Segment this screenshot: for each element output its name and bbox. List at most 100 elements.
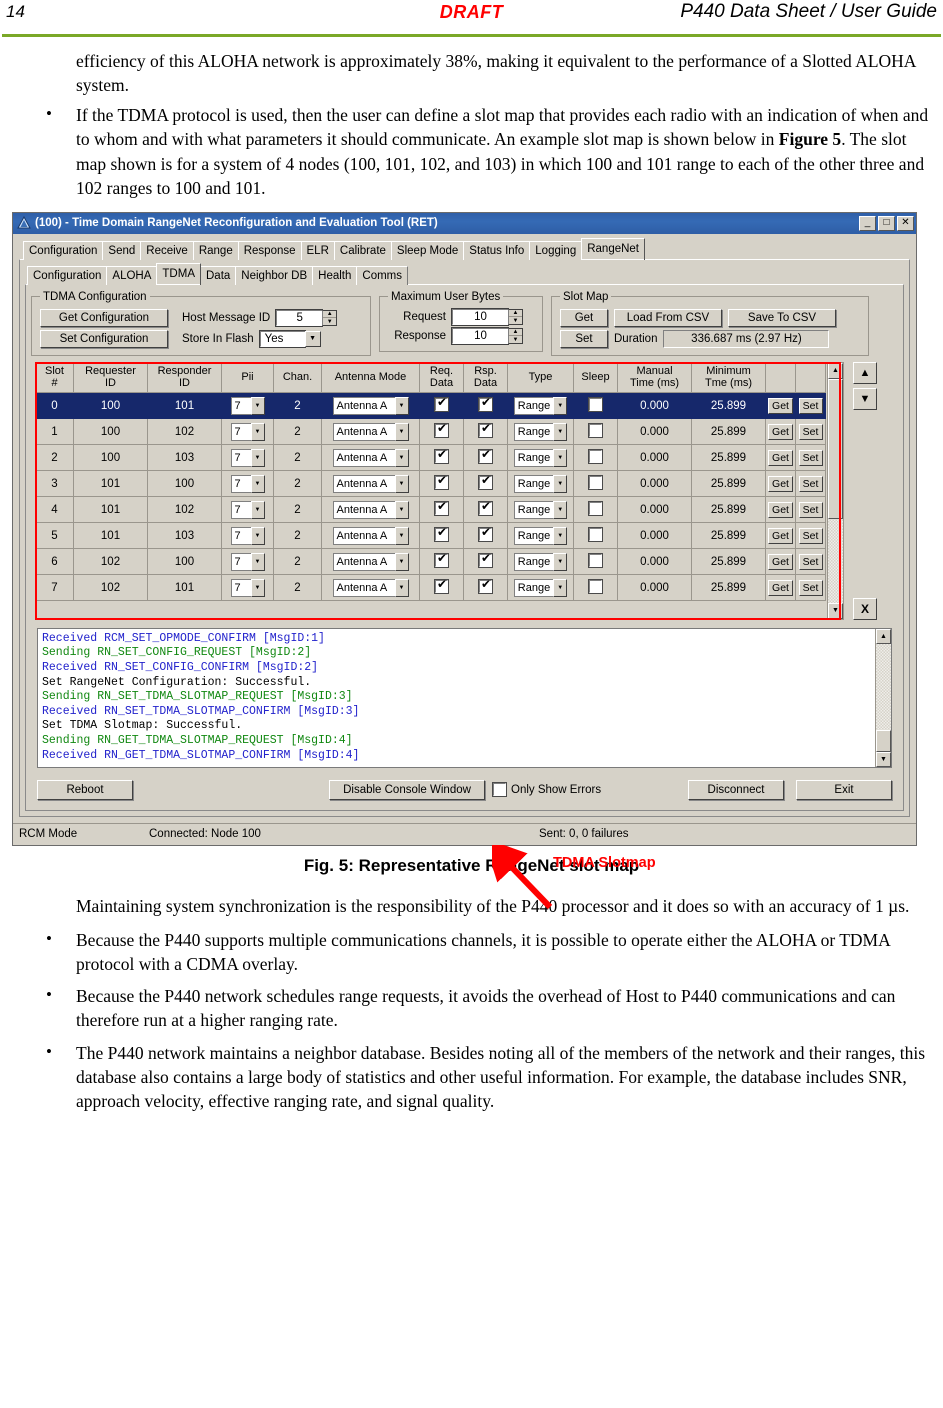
rsp-data-checkbox[interactable] (478, 474, 493, 490)
table-row[interactable]: 11001027▼2Antenna A▼Range▼0.00025.899Get… (35, 418, 826, 446)
subtab-health[interactable]: Health (312, 265, 358, 285)
antenna-mode-value[interactable]: Antenna A (332, 448, 395, 467)
response-spin-buttons[interactable]: ▲ ▼ (508, 327, 523, 344)
sleep-checkbox[interactable] (588, 448, 603, 464)
sleep-checkbox[interactable] (588, 474, 603, 490)
row-set-button[interactable]: Set (798, 449, 823, 466)
chevron-down-icon[interactable]: ▼ (394, 448, 409, 467)
sleep-checkbox[interactable] (588, 396, 603, 412)
sleep-checkbox[interactable] (588, 500, 603, 516)
move-row-down-button[interactable]: ▼ (853, 387, 877, 410)
scrollbar-track[interactable] (828, 519, 843, 603)
chevron-down-icon[interactable]: ▼ (553, 578, 568, 597)
antenna-mode-value[interactable]: Antenna A (332, 578, 395, 597)
chevron-down-icon[interactable]: ▼ (553, 474, 568, 493)
row-set-button[interactable]: Set (798, 397, 823, 414)
type-select[interactable]: Range ▼ (513, 422, 568, 441)
disconnect-button[interactable]: Disconnect (688, 779, 784, 800)
req-data-checkbox[interactable] (434, 396, 449, 412)
pii-value[interactable]: 7 (230, 396, 251, 415)
antenna-mode-value[interactable]: Antenna A (332, 474, 395, 493)
type-value[interactable]: Range (513, 526, 554, 545)
subtab-comms[interactable]: Comms (356, 265, 409, 285)
row-get-button[interactable]: Get (768, 423, 793, 440)
host-message-id-stepper[interactable]: 5 ▲ ▼ (275, 308, 338, 327)
type-value[interactable]: Range (513, 422, 554, 441)
row-set-button[interactable]: Set (798, 553, 823, 570)
antenna-mode-select[interactable]: Antenna A ▼ (332, 578, 409, 597)
req-data-checkbox[interactable] (434, 526, 449, 542)
tab-logging[interactable]: Logging (529, 240, 583, 260)
type-value[interactable]: Range (513, 396, 554, 415)
chevron-down-icon[interactable]: ▼ (553, 500, 568, 519)
chevron-down-icon[interactable]: ▼ (394, 474, 409, 493)
subtab-aloha[interactable]: ALOHA (106, 265, 158, 285)
row-get-button[interactable]: Get (768, 501, 793, 518)
req-data-checkbox[interactable] (434, 422, 449, 438)
chevron-down-icon[interactable]: ▼ (250, 396, 265, 415)
chevron-down-icon[interactable]: ▼ (394, 552, 409, 571)
pii-value[interactable]: 7 (230, 422, 251, 441)
table-row[interactable]: 01001017▼2Antenna A▼Range▼0.00025.899Get… (35, 392, 826, 420)
tab-send[interactable]: Send (102, 240, 142, 260)
table-row[interactable]: 71021017▼2Antenna A▼Range▼0.00025.899Get… (35, 574, 826, 602)
req-data-checkbox[interactable] (434, 448, 449, 464)
antenna-mode-select[interactable]: Antenna A ▼ (332, 396, 409, 415)
subtab-tdma[interactable]: TDMA (156, 262, 201, 285)
row-set-button[interactable]: Set (798, 527, 823, 544)
antenna-mode-select[interactable]: Antenna A ▼ (332, 500, 409, 519)
get-configuration-button[interactable]: Get Configuration (40, 308, 168, 327)
pii-value[interactable]: 7 (230, 448, 251, 467)
set-configuration-button[interactable]: Set Configuration (40, 329, 168, 348)
antenna-mode-value[interactable]: Antenna A (332, 422, 395, 441)
antenna-mode-value[interactable]: Antenna A (332, 396, 395, 415)
req-data-checkbox[interactable] (434, 500, 449, 516)
table-row[interactable]: 41011027▼2Antenna A▼Range▼0.00025.899Get… (35, 496, 826, 524)
chevron-down-icon[interactable]: ▼ (553, 422, 568, 441)
spin-up-icon[interactable]: ▲ (323, 311, 337, 319)
scroll-down-icon[interactable]: ▼ (828, 602, 843, 619)
chevron-down-icon[interactable]: ▼ (394, 526, 409, 545)
type-value[interactable]: Range (513, 500, 554, 519)
row-set-button[interactable]: Set (798, 579, 823, 596)
type-select[interactable]: Range ▼ (513, 396, 568, 415)
tab-calibrate[interactable]: Calibrate (333, 240, 392, 260)
row-get-button[interactable]: Get (768, 397, 793, 414)
antenna-mode-value[interactable]: Antenna A (332, 552, 395, 571)
spin-down-icon[interactable]: ▼ (323, 318, 336, 325)
only-show-errors-checkbox[interactable] (492, 782, 507, 798)
pii-select[interactable]: 7 ▼ (230, 474, 265, 493)
spin-down-icon[interactable]: ▼ (509, 317, 522, 324)
antenna-mode-select[interactable]: Antenna A ▼ (332, 448, 409, 467)
row-get-button[interactable]: Get (768, 527, 793, 544)
type-select[interactable]: Range ▼ (513, 578, 568, 597)
sleep-checkbox[interactable] (588, 526, 603, 542)
minimize-icon[interactable]: _ (859, 215, 876, 231)
chevron-down-icon[interactable]: ▼ (394, 422, 409, 441)
subtab-configuration[interactable]: Configuration (27, 265, 108, 285)
maximize-icon[interactable]: □ (878, 215, 895, 231)
close-icon[interactable]: ✕ (897, 215, 914, 231)
pii-select[interactable]: 7 ▼ (230, 526, 265, 545)
pii-select[interactable]: 7 ▼ (230, 500, 265, 519)
pii-value[interactable]: 7 (230, 526, 251, 545)
chevron-down-icon[interactable]: ▼ (250, 500, 265, 519)
table-row[interactable]: 31011007▼2Antenna A▼Range▼0.00025.899Get… (35, 470, 826, 498)
scrollbar-thumb[interactable] (828, 378, 843, 519)
rsp-data-checkbox[interactable] (478, 448, 493, 464)
chevron-down-icon[interactable]: ▼ (553, 526, 568, 545)
req-data-checkbox[interactable] (434, 578, 449, 594)
tab-elr[interactable]: ELR (300, 240, 335, 260)
spin-down-icon[interactable]: ▼ (509, 336, 522, 343)
tab-status-info[interactable]: Status Info (463, 240, 531, 260)
antenna-mode-value[interactable]: Antenna A (332, 500, 395, 519)
tab-rangenet[interactable]: RangeNet (581, 237, 646, 260)
sleep-checkbox[interactable] (588, 552, 603, 568)
row-set-button[interactable]: Set (798, 475, 823, 492)
host-message-id-value[interactable]: 5 (275, 308, 324, 327)
type-value[interactable]: Range (513, 578, 554, 597)
chevron-down-icon[interactable]: ▼ (250, 422, 265, 441)
row-get-button[interactable]: Get (768, 475, 793, 492)
pii-value[interactable]: 7 (230, 500, 251, 519)
exit-button[interactable]: Exit (796, 779, 892, 800)
